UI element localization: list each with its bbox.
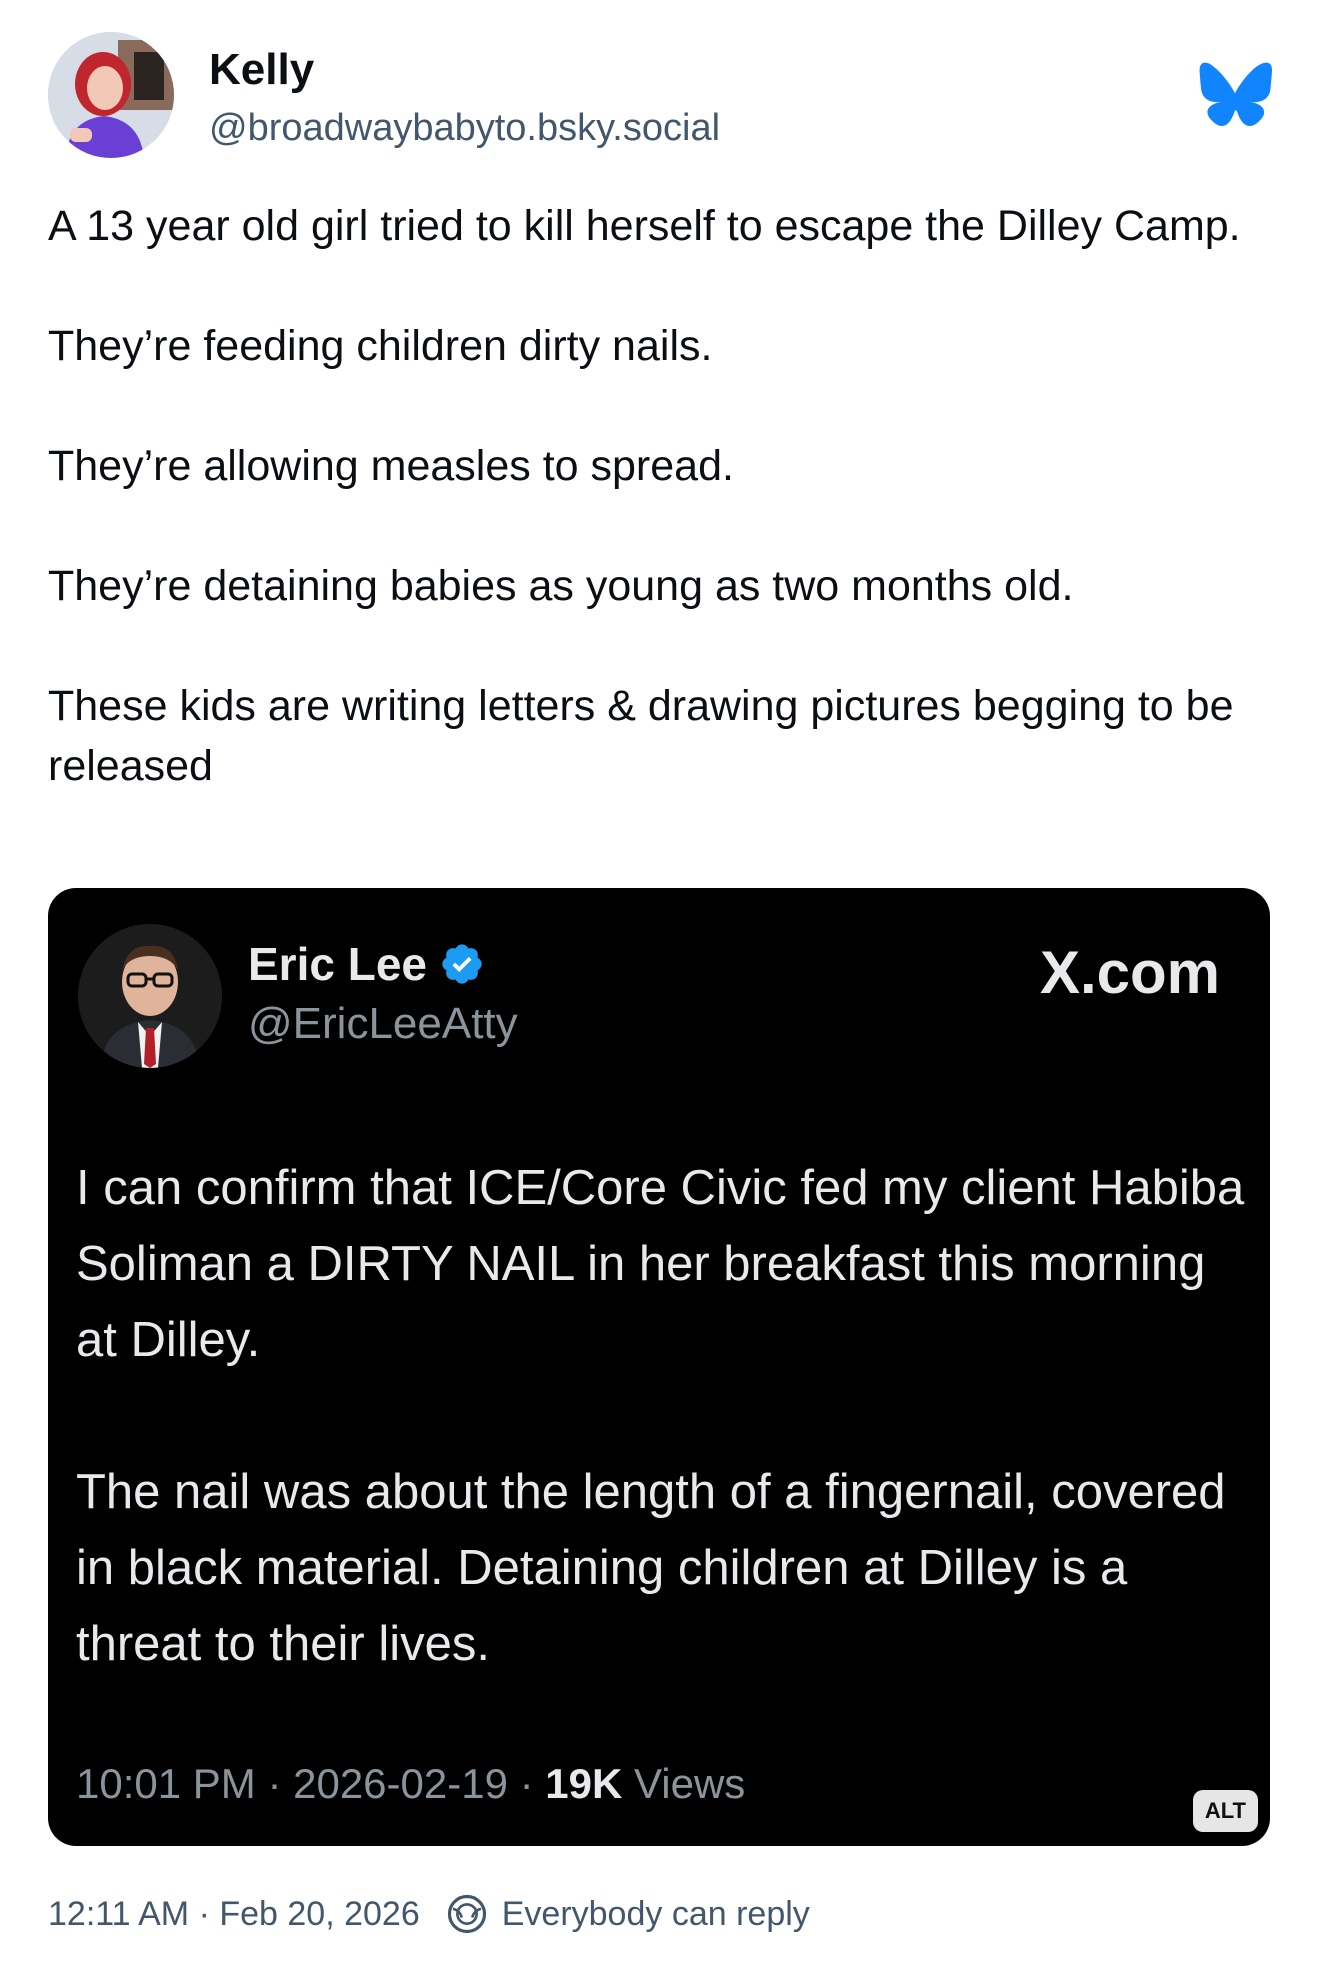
alt-text-button[interactable]: ALT [1192, 1790, 1258, 1832]
embed-name-row: Eric Lee [248, 936, 518, 992]
user-avatar-icon [48, 32, 174, 158]
post-text: A 13 year old girl tried to kill herself… [48, 196, 1278, 796]
embedded-image[interactable]: Eric Lee @EricLeeAtty X.com I can confir… [48, 888, 1270, 1846]
post-footer: 12:11 AM · Feb 20, 2026 Everybody can re… [48, 1892, 810, 1936]
source-label: X.com [1039, 939, 1220, 1006]
meta-separator: · [519, 1760, 546, 1807]
embed-paragraph: I can confirm that ICE/Core Civic fed my… [76, 1161, 1245, 1367]
post-paragraph: They’re feeding children dirty nails. [48, 322, 713, 370]
post-paragraph: They’re allowing measles to spread. [48, 442, 734, 490]
everybody-reply-icon [447, 1894, 486, 1934]
embed-views-label: Views [634, 1760, 746, 1807]
author-handle[interactable]: @broadwaybabyto.bsky.social [209, 104, 720, 152]
post-paragraph: They’re detaining babies as young as two… [48, 562, 1074, 610]
user-avatar-icon [78, 924, 222, 1068]
post-paragraph: These kids are writing letters & drawing… [48, 682, 1234, 790]
embed-meta: 10:01 PM · 2026-02-19 · 19K Views [76, 1756, 745, 1812]
embed-author-names: Eric Lee @EricLeeAtty [248, 936, 518, 1052]
bluesky-butterfly-icon[interactable] [1198, 62, 1272, 128]
author-display-name[interactable]: Kelly [209, 44, 720, 96]
post-header: Kelly @broadwaybabyto.bsky.social [48, 32, 1272, 162]
embed-views-count: 19K [545, 1760, 623, 1807]
post-paragraph: A 13 year old girl tried to kill herself… [48, 202, 1241, 250]
embed-paragraph: The nail was about the length of a finge… [76, 1465, 1226, 1671]
embed-display-name: Eric Lee [248, 938, 427, 990]
embed-text: I can confirm that ICE/Core Civic fed my… [76, 1150, 1246, 1682]
author-names: Kelly @broadwaybabyto.bsky.social [209, 44, 720, 152]
author-avatar[interactable] [48, 32, 174, 158]
meta-separator: · [267, 1760, 294, 1807]
post: Kelly @broadwaybabyto.bsky.social A 13 y… [0, 0, 1320, 1977]
verified-badge-icon [442, 944, 482, 984]
embed-handle: @EricLeeAtty [248, 999, 518, 1048]
post-timestamp[interactable]: 12:11 AM · Feb 20, 2026 [48, 1892, 420, 1936]
embed-date: 2026-02-19 [293, 1760, 508, 1807]
embed-author-avatar [78, 924, 222, 1068]
reply-setting[interactable]: Everybody can reply [502, 1892, 810, 1936]
embed-time: 10:01 PM [76, 1760, 256, 1807]
